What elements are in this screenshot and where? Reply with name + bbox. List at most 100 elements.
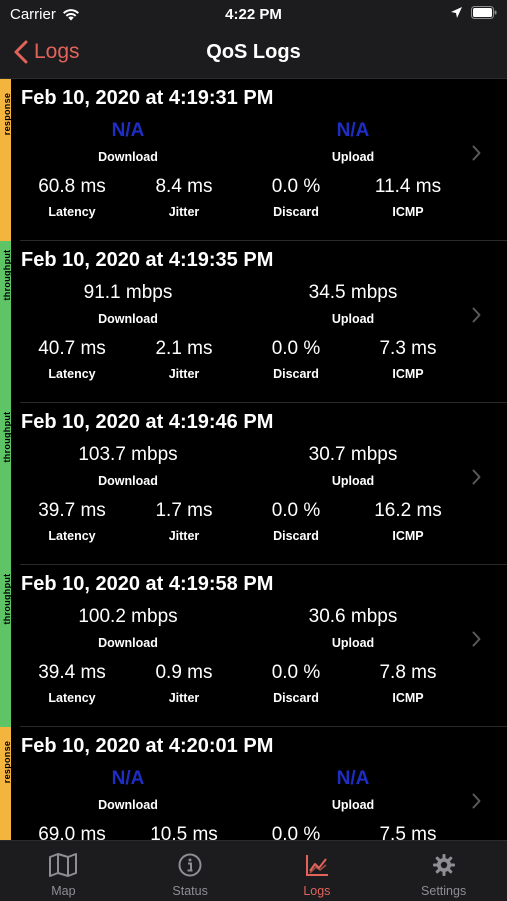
latency-value: 69.0 ms [38,824,106,840]
test-type-tag: response [0,727,12,840]
tab-settings[interactable]: Settings [380,841,507,901]
download-value: N/A [111,768,145,789]
upload-value: N/A [336,120,370,141]
test-type-tag: throughput [0,403,12,565]
jitter-label: Jitter [168,205,200,219]
chart-icon [305,855,328,876]
status-bar: Carrier 4:22 PM [0,0,507,28]
test-type-tag: throughput [0,565,12,727]
discard-label: Discard [273,529,319,543]
jitter-value: 0.9 ms [155,662,213,683]
icmp-label: ICMP [392,367,424,381]
info-icon [178,853,202,877]
download-label: Download [98,798,158,812]
upload-value: N/A [336,768,370,789]
test-type-label: throughput [2,573,12,625]
page-title: QoS Logs [206,41,301,63]
chevron-right-icon [472,145,481,161]
test-type-tag: throughput [0,241,12,403]
icmp-label: ICMP [392,205,424,219]
latency-label: Latency [48,367,96,381]
discard-label: Discard [273,691,319,705]
gear-icon [432,854,455,876]
test-type-tag: response [0,79,12,241]
log-date: Feb 10, 2020 at 4:19:35 PM [21,249,274,271]
download-value: 100.2 mbps [78,606,178,627]
log-row[interactable]: throughput Feb 10, 2020 at 4:19:35 PM 91… [0,241,507,403]
icmp-value: 7.3 ms [379,338,437,359]
latency-value: 39.7 ms [38,500,106,521]
upload-label: Upload [331,798,375,812]
battery-icon [471,6,497,19]
map-icon [49,853,78,877]
discard-value: 0.0 % [271,662,321,683]
jitter-label: Jitter [168,691,200,705]
navigation-bar: Logs QoS Logs [0,28,507,79]
download-label: Download [98,474,158,488]
tab-label: Logs [303,884,331,898]
chevron-right-icon [472,631,481,647]
download-value: 91.1 mbps [83,282,173,303]
log-date: Feb 10, 2020 at 4:19:58 PM [21,573,274,595]
download-value: N/A [111,120,145,141]
icmp-value: 16.2 ms [374,500,442,521]
log-row[interactable]: response Feb 10, 2020 at 4:20:01 PM N/A … [0,727,507,840]
location-arrow-icon [451,7,462,18]
test-type-label: response [2,92,12,136]
test-type-label: throughput [2,411,12,463]
download-label: Download [98,312,158,326]
jitter-label: Jitter [168,367,200,381]
chevron-right-icon [472,307,481,323]
icmp-label: ICMP [392,691,424,705]
upload-label: Upload [331,312,375,326]
upload-value: 30.6 mbps [308,606,398,627]
discard-value: 0.0 % [271,824,321,840]
upload-label: Upload [331,636,375,650]
chevron-right-icon [472,793,481,809]
log-date: Feb 10, 2020 at 4:19:46 PM [21,411,274,433]
upload-value: 34.5 mbps [308,282,398,303]
tab-bar: Map Status Logs Settings [0,840,507,901]
log-row[interactable]: throughput Feb 10, 2020 at 4:19:58 PM 10… [0,565,507,727]
latency-value: 60.8 ms [38,176,106,197]
latency-label: Latency [48,691,96,705]
discard-value: 0.0 % [271,176,321,197]
icmp-label: ICMP [392,529,424,543]
log-date: Feb 10, 2020 at 4:20:01 PM [21,735,274,757]
jitter-value: 2.1 ms [155,338,213,359]
clock: 4:22 PM [225,6,282,23]
discard-label: Discard [273,367,319,381]
log-row[interactable]: response Feb 10, 2020 at 4:19:31 PM N/A … [0,79,507,241]
jitter-label: Jitter [168,529,200,543]
log-row[interactable]: throughput Feb 10, 2020 at 4:19:46 PM 10… [0,403,507,565]
tab-label: Map [51,884,76,898]
chevron-right-icon [472,469,481,485]
jitter-value: 1.7 ms [155,500,213,521]
tab-logs[interactable]: Logs [254,841,381,901]
discard-label: Discard [273,205,319,219]
icmp-value: 7.5 ms [379,824,437,840]
test-type-label: response [2,740,12,784]
download-label: Download [98,636,158,650]
upload-label: Upload [331,150,375,164]
tab-map[interactable]: Map [0,841,127,901]
tab-label: Status [172,884,208,898]
icmp-value: 11.4 ms [374,176,442,197]
latency-value: 40.7 ms [38,338,106,359]
upload-label: Upload [331,474,375,488]
latency-label: Latency [48,205,96,219]
tab-label: Settings [421,884,467,898]
download-value: 103.7 mbps [78,444,178,465]
tab-status[interactable]: Status [127,841,254,901]
test-type-label: throughput [2,249,12,301]
log-date: Feb 10, 2020 at 4:19:31 PM [21,87,274,109]
download-label: Download [98,150,158,164]
jitter-value: 10.5 ms [150,824,218,840]
upload-value: 30.7 mbps [308,444,398,465]
discard-value: 0.0 % [271,500,321,521]
latency-label: Latency [48,529,96,543]
latency-value: 39.4 ms [38,662,106,683]
discard-value: 0.0 % [271,338,321,359]
jitter-value: 8.4 ms [155,176,213,197]
log-list[interactable]: response Feb 10, 2020 at 4:19:31 PM N/A … [0,79,507,840]
